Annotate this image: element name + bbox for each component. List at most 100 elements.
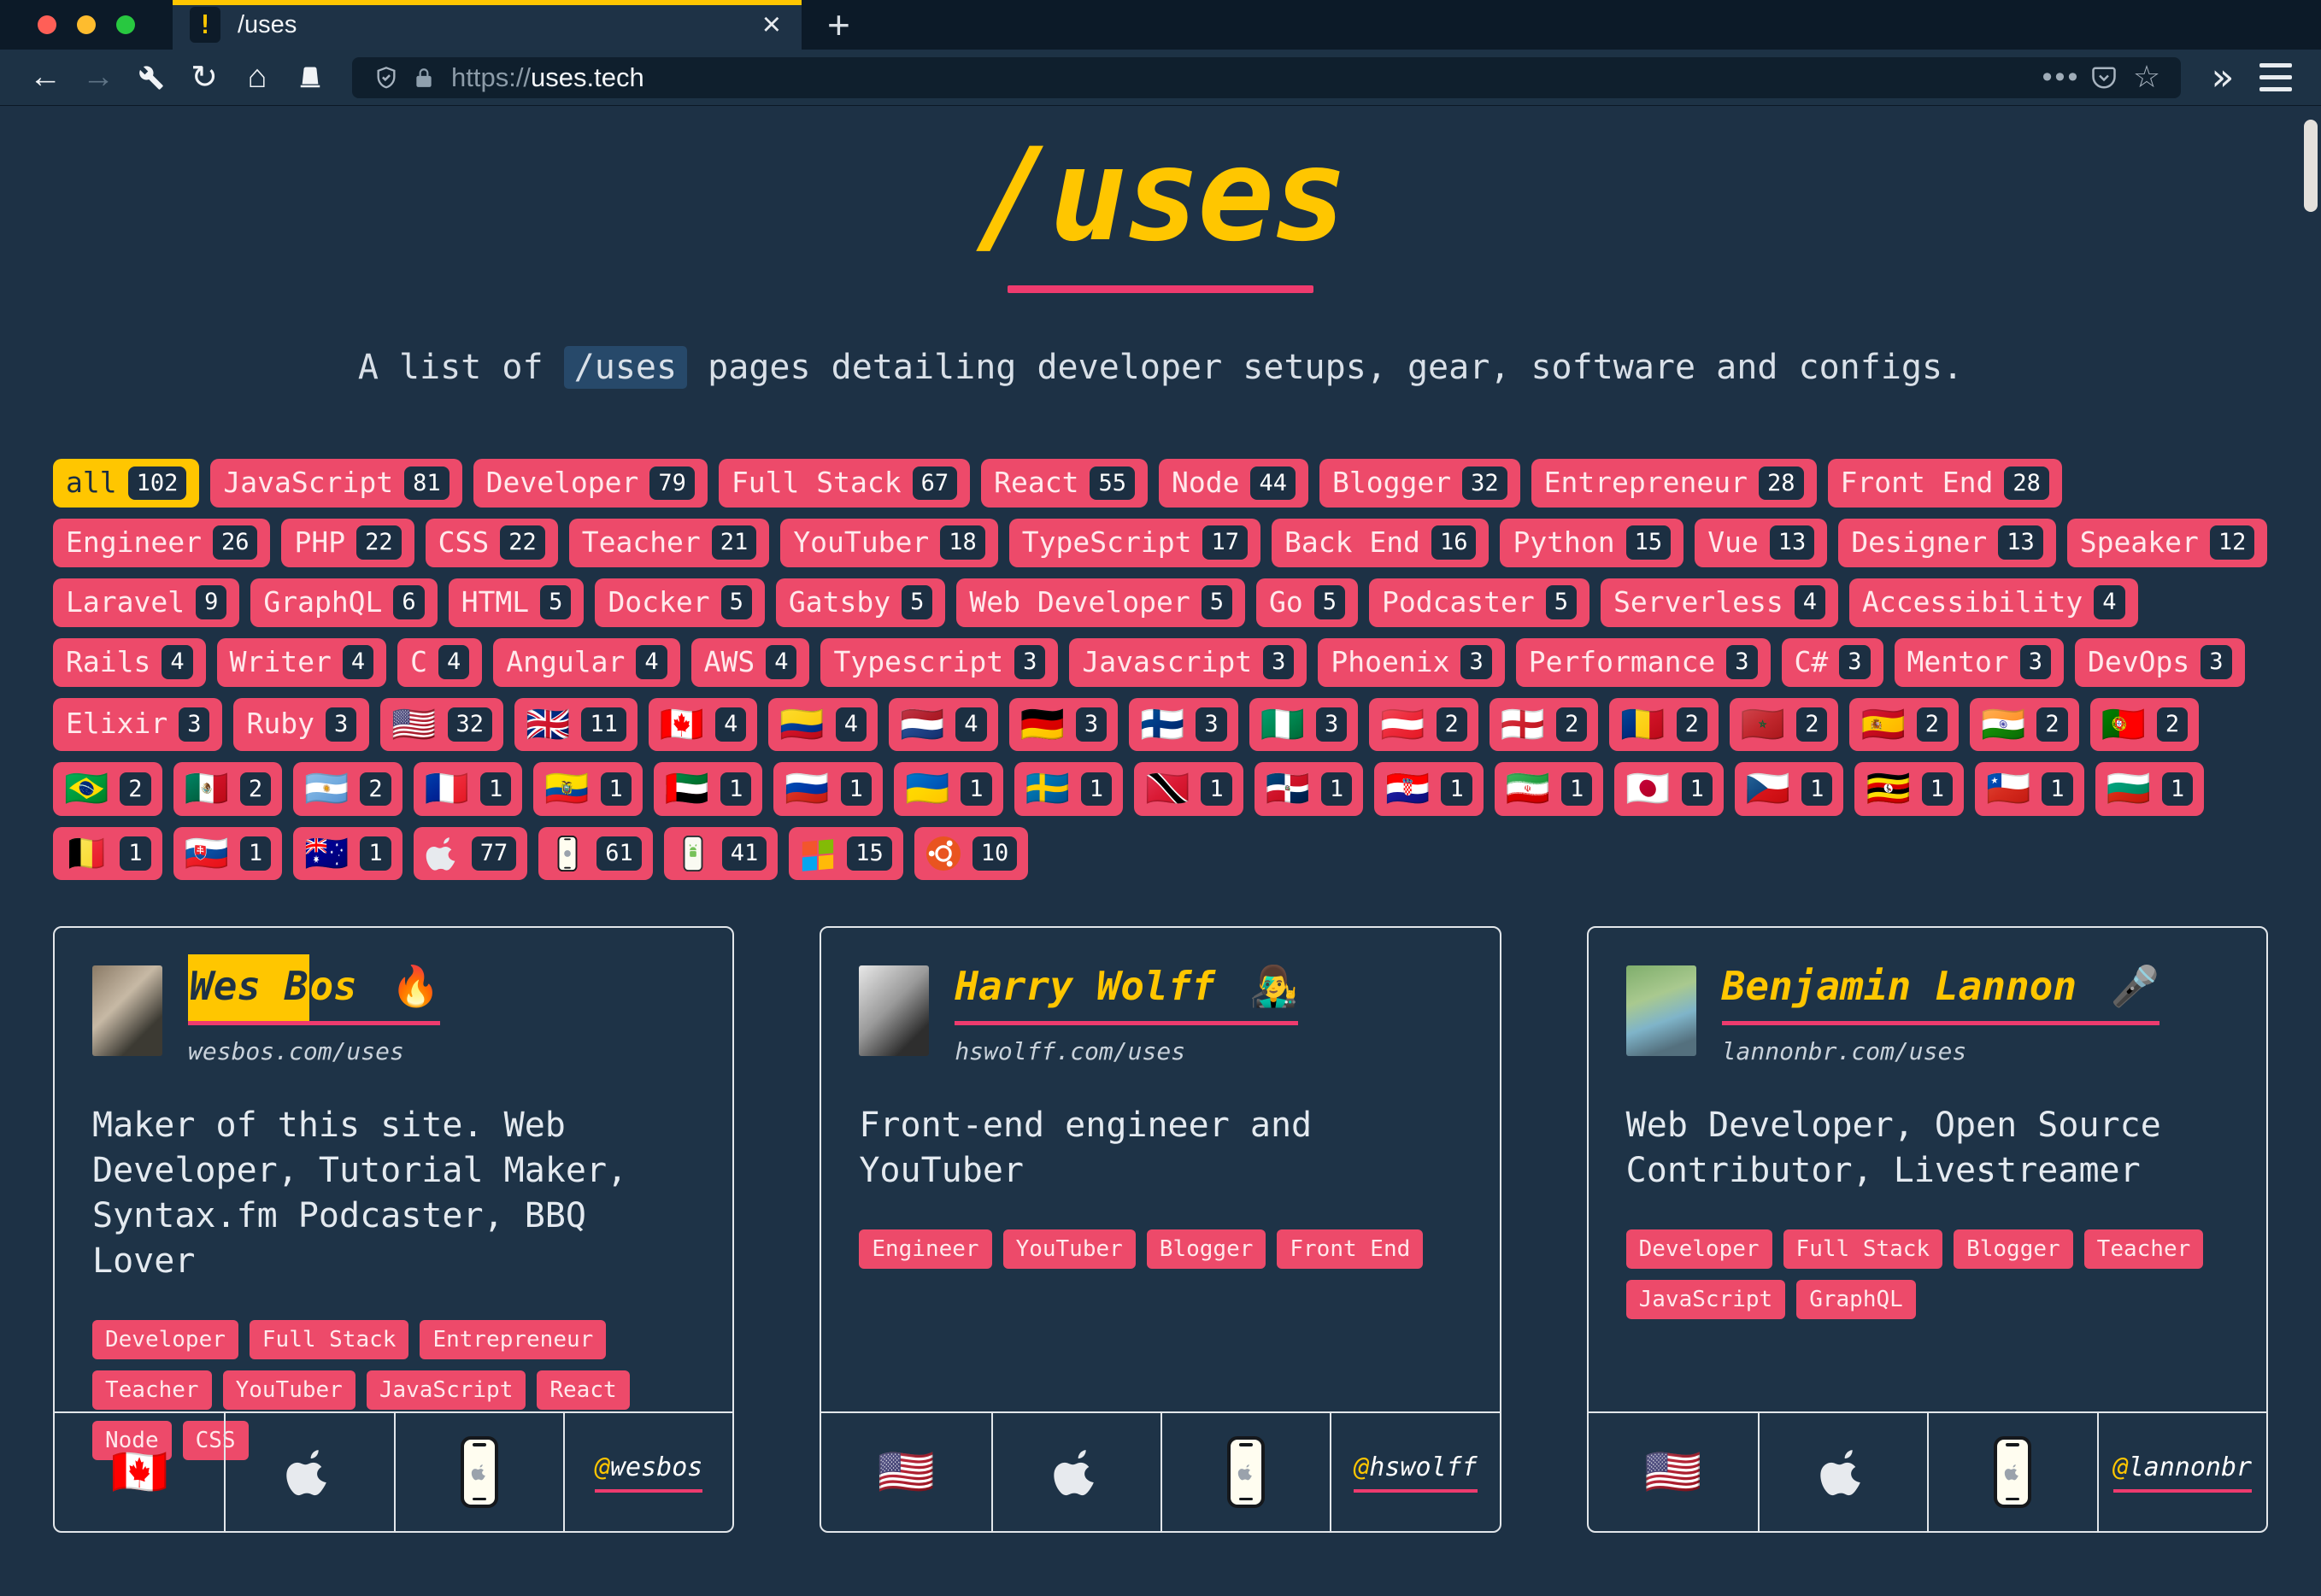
filter-python[interactable]: Python15 bbox=[1500, 519, 1683, 567]
filter-nigeria-flag[interactable]: 🇳🇬3 bbox=[1249, 698, 1359, 752]
person-tag-engineer[interactable]: Engineer bbox=[859, 1229, 991, 1269]
home-button[interactable]: ⌂ bbox=[234, 55, 280, 101]
filter-c[interactable]: C4 bbox=[397, 638, 482, 687]
filter-full-stack[interactable]: Full Stack67 bbox=[719, 459, 970, 508]
minimize-window-button[interactable] bbox=[77, 15, 96, 34]
filter-colombia-flag[interactable]: 🇨🇴4 bbox=[768, 698, 878, 752]
filter-node[interactable]: Node44 bbox=[1159, 459, 1308, 508]
new-tab-button[interactable]: + bbox=[802, 0, 876, 50]
filter-html[interactable]: HTML5 bbox=[449, 578, 585, 627]
filter-vue[interactable]: Vue13 bbox=[1695, 519, 1827, 567]
filter-slovakia-flag[interactable]: 🇸🇰1 bbox=[173, 827, 283, 881]
filter-blogger[interactable]: Blogger32 bbox=[1319, 459, 1520, 508]
pocket-icon[interactable] bbox=[2085, 59, 2123, 97]
tracking-protection-shield-icon[interactable] bbox=[367, 59, 405, 97]
filter-bulgaria-flag[interactable]: 🇧🇬1 bbox=[2095, 762, 2205, 816]
filter-php[interactable]: PHP22 bbox=[281, 519, 414, 567]
filter-argentina-flag[interactable]: 🇦🇷2 bbox=[293, 762, 403, 816]
filter-ukraine-flag[interactable]: 🇺🇦1 bbox=[894, 762, 1003, 816]
filter-rails[interactable]: Rails4 bbox=[53, 638, 206, 687]
filter-ruby[interactable]: Ruby3 bbox=[233, 698, 369, 752]
person-tag-javascript[interactable]: JavaScript bbox=[367, 1370, 526, 1410]
filter-japan-flag[interactable]: 🇯🇵1 bbox=[1614, 762, 1724, 816]
filter-uk-flag[interactable]: 🇬🇧11 bbox=[514, 698, 638, 752]
filter-ubuntu[interactable]: 10 bbox=[914, 827, 1029, 881]
filter-engineer[interactable]: Engineer26 bbox=[53, 519, 270, 567]
close-window-button[interactable] bbox=[38, 15, 56, 34]
person-tag-youtuber[interactable]: YouTuber bbox=[1003, 1229, 1136, 1269]
person-tag-full-stack[interactable]: Full Stack bbox=[250, 1320, 409, 1359]
twitter-handle-link[interactable]: @wesbos bbox=[595, 1452, 702, 1493]
person-tag-developer[interactable]: Developer bbox=[1626, 1229, 1772, 1269]
library-icon[interactable] bbox=[287, 55, 333, 101]
filter-england-flag[interactable]: 🏴󠁧󠁢󠁥󠁮󠁧󠁿2 bbox=[1490, 698, 1599, 752]
filter-us-flag[interactable]: 🇺🇸32 bbox=[380, 698, 503, 752]
filter-netherlands-flag[interactable]: 🇳🇱4 bbox=[889, 698, 998, 752]
tab-close-button[interactable]: × bbox=[762, 9, 781, 41]
person-tag-full-stack[interactable]: Full Stack bbox=[1783, 1229, 1943, 1269]
filter-typescript[interactable]: TypeScript17 bbox=[1009, 519, 1260, 567]
back-button[interactable]: ← bbox=[22, 55, 68, 101]
filter-sweden-flag[interactable]: 🇸🇪1 bbox=[1014, 762, 1124, 816]
filter-speaker[interactable]: Speaker12 bbox=[2067, 519, 2268, 567]
filter-entrepreneur[interactable]: Entrepreneur28 bbox=[1531, 459, 1817, 508]
person-tag-front-end[interactable]: Front End bbox=[1277, 1229, 1423, 1269]
filter-javascript[interactable]: Javascript3 bbox=[1069, 638, 1307, 687]
filter-france-flag[interactable]: 🇫🇷1 bbox=[414, 762, 523, 816]
filter-uganda-flag[interactable]: 🇺🇬1 bbox=[1854, 762, 1964, 816]
filter-russia-flag[interactable]: 🇷🇺1 bbox=[773, 762, 883, 816]
filter-trinidad-flag[interactable]: 🇹🇹1 bbox=[1134, 762, 1243, 816]
filter-designer[interactable]: Designer13 bbox=[1838, 519, 2055, 567]
filter-uae-flag[interactable]: 🇦🇪1 bbox=[654, 762, 763, 816]
filter-performance[interactable]: Performance3 bbox=[1516, 638, 1771, 687]
person-tag-javascript[interactable]: JavaScript bbox=[1626, 1280, 1786, 1319]
filter-romania-flag[interactable]: 🇷🇴2 bbox=[1609, 698, 1719, 752]
overflow-chevrons-icon[interactable]: » bbox=[2200, 55, 2246, 101]
filter-angular[interactable]: Angular4 bbox=[493, 638, 679, 687]
page-actions-icon[interactable]: ••• bbox=[2042, 59, 2080, 97]
filter-css[interactable]: CSS22 bbox=[426, 519, 558, 567]
person-name-link[interactable]: Benjamin Lannon 🎤 bbox=[1722, 965, 2159, 1024]
filter-windows[interactable]: 15 bbox=[789, 827, 903, 881]
filter-javascript[interactable]: JavaScript81 bbox=[210, 459, 461, 508]
filter-go[interactable]: Go5 bbox=[1256, 578, 1358, 627]
filter-austria-flag[interactable]: 🇦🇹2 bbox=[1369, 698, 1478, 752]
person-tag-graphql[interactable]: GraphQL bbox=[1796, 1280, 1916, 1319]
filter-brazil-flag[interactable]: 🇧🇷2 bbox=[53, 762, 162, 816]
filter-web-developer[interactable]: Web Developer5 bbox=[956, 578, 1245, 627]
bookmark-star-icon[interactable]: ☆ bbox=[2128, 59, 2165, 97]
filter-mexico-flag[interactable]: 🇲🇽2 bbox=[173, 762, 283, 816]
filter-iran-flag[interactable]: 🇮🇷1 bbox=[1495, 762, 1604, 816]
filter-mentor[interactable]: Mentor3 bbox=[1895, 638, 2064, 687]
filter-react[interactable]: React55 bbox=[981, 459, 1148, 508]
filter-elixir[interactable]: Elixir3 bbox=[53, 698, 222, 752]
filter-typescript[interactable]: Typescript3 bbox=[820, 638, 1058, 687]
filter-gatsby[interactable]: Gatsby5 bbox=[776, 578, 945, 627]
filter-devops[interactable]: DevOps3 bbox=[2075, 638, 2244, 687]
filter-spain-flag[interactable]: 🇪🇸2 bbox=[1849, 698, 1959, 752]
person-tag-blogger[interactable]: Blogger bbox=[1147, 1229, 1266, 1269]
filter-phoenix[interactable]: Phoenix3 bbox=[1318, 638, 1504, 687]
filter-all[interactable]: all102 bbox=[53, 459, 199, 508]
filter-graphql[interactable]: GraphQL6 bbox=[250, 578, 437, 627]
filter-developer[interactable]: Developer79 bbox=[473, 459, 708, 508]
filter-australia-flag[interactable]: 🇦🇺1 bbox=[293, 827, 403, 881]
filter-teacher[interactable]: Teacher21 bbox=[569, 519, 770, 567]
filter-czech-flag[interactable]: 🇨🇿1 bbox=[1735, 762, 1844, 816]
person-tag-teacher[interactable]: Teacher bbox=[2084, 1229, 2204, 1269]
person-tag-entrepreneur[interactable]: Entrepreneur bbox=[420, 1320, 606, 1359]
zoom-window-button[interactable] bbox=[116, 15, 135, 34]
filter-serverless[interactable]: Serverless4 bbox=[1601, 578, 1838, 627]
address-text[interactable]: https://uses.tech bbox=[451, 62, 2042, 93]
filter-iphone[interactable]: 61 bbox=[538, 827, 653, 881]
filter-podcaster[interactable]: Podcaster5 bbox=[1369, 578, 1589, 627]
person-tag-teacher[interactable]: Teacher bbox=[92, 1370, 212, 1410]
filter-c-sharp[interactable]: C#3 bbox=[1782, 638, 1883, 687]
wrench-icon[interactable] bbox=[128, 55, 174, 101]
twitter-handle-link[interactable]: @hswolff bbox=[1354, 1452, 1478, 1493]
reload-button[interactable]: ↻ bbox=[181, 55, 227, 101]
menu-hamburger-icon[interactable] bbox=[2253, 55, 2299, 101]
filter-belgium-flag[interactable]: 🇧🇪1 bbox=[53, 827, 162, 881]
filter-apple-computer[interactable]: 77 bbox=[414, 827, 528, 881]
filter-front-end[interactable]: Front End28 bbox=[1828, 459, 2062, 508]
